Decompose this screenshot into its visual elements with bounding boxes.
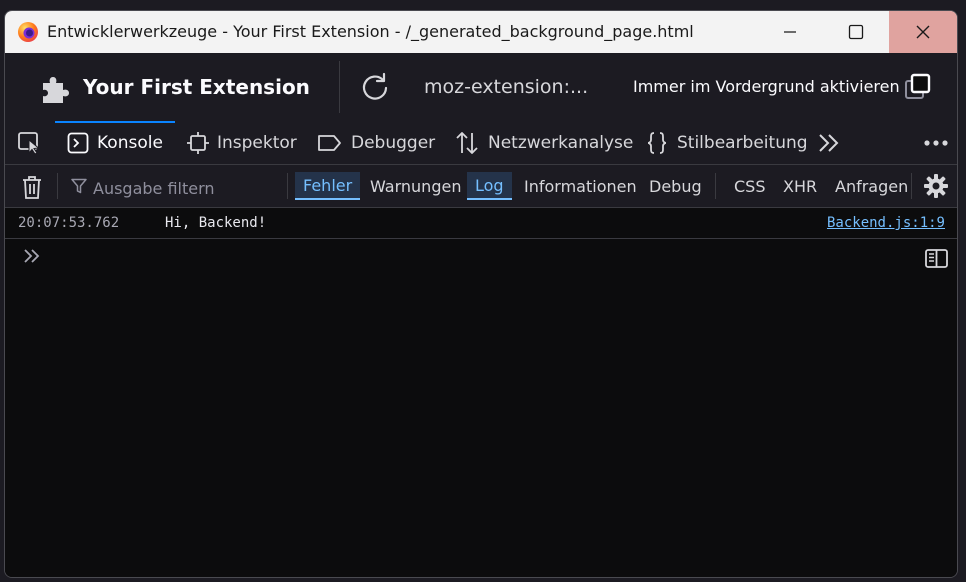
chevron-double-right-icon[interactable]	[817, 133, 841, 153]
title-bar[interactable]: Entwicklerwerkzeuge - Your First Extensi…	[5, 11, 957, 53]
tab-inspector[interactable]: Inspektor	[187, 121, 297, 164]
always-on-top-icon[interactable]	[903, 73, 933, 103]
tab-style-editor[interactable]: Stilbearbeitung	[645, 121, 808, 164]
filter-log-button[interactable]: Log	[467, 172, 512, 200]
element-picker-icon[interactable]	[17, 131, 43, 155]
extension-name: Your First Extension	[83, 75, 310, 99]
header-divider	[339, 61, 340, 113]
tab-label: Debugger	[351, 132, 436, 153]
console-output: 20:07:53.762 Hi, Backend! Backend.js:1:9	[5, 208, 957, 577]
window-title: Entwicklerwerkzeuge - Your First Extensi…	[47, 22, 694, 41]
filter-input[interactable]	[91, 174, 285, 202]
filter-divider	[911, 173, 912, 199]
gear-icon[interactable]	[923, 173, 949, 199]
console-icon	[67, 132, 89, 153]
console-filter-bar: Fehler Warnungen Log Informationen Debug…	[5, 165, 957, 208]
tab-debugger[interactable]: Debugger	[317, 121, 435, 164]
filter-divider	[287, 173, 288, 199]
network-icon	[456, 131, 478, 154]
inspector-icon	[187, 131, 209, 154]
filter-debug-button[interactable]: Debug	[641, 172, 710, 200]
minimize-button[interactable]	[757, 11, 823, 53]
filter-divider	[715, 173, 716, 199]
close-icon	[916, 25, 930, 39]
more-options-icon[interactable]	[923, 139, 949, 147]
firefox-logo	[18, 22, 38, 42]
tab-label: Inspektor	[217, 132, 297, 153]
tab-label: Stilbearbeitung	[677, 132, 808, 153]
filter-icon	[71, 178, 87, 194]
extension-header: Your First Extension moz-extension:... I…	[5, 53, 957, 122]
reload-icon[interactable]	[359, 71, 391, 103]
puzzle-piece-icon	[43, 77, 69, 103]
tab-label: Konsole	[97, 132, 163, 153]
split-console-icon[interactable]	[925, 249, 948, 268]
message-text: Hi, Backend!	[165, 215, 267, 231]
tab-label: Netzwerkanalyse	[488, 132, 634, 153]
maximize-button[interactable]	[823, 11, 889, 53]
trash-icon[interactable]	[20, 174, 44, 200]
extension-url: moz-extension:...	[424, 76, 589, 98]
style-editor-icon	[647, 131, 667, 154]
tab-console[interactable]: Konsole	[55, 121, 175, 164]
filter-css-button[interactable]: CSS	[726, 172, 773, 200]
filter-errors-button[interactable]: Fehler	[295, 172, 361, 200]
tab-network[interactable]: Netzwerkanalyse	[454, 121, 633, 164]
devtools-window: Entwicklerwerkzeuge - Your First Extensi…	[4, 10, 958, 578]
message-source-link[interactable]: Backend.js:1:9	[827, 215, 945, 231]
filter-requests-button[interactable]: Anfragen	[827, 172, 916, 200]
close-button[interactable]	[889, 11, 957, 53]
filter-divider	[57, 173, 58, 199]
message-timestamp: 20:07:53.762	[18, 215, 120, 231]
maximize-icon	[848, 24, 864, 40]
filter-info-button[interactable]: Informationen	[516, 172, 645, 200]
always-on-top-label[interactable]: Immer im Vordergrund aktivieren	[633, 77, 900, 96]
console-message: 20:07:53.762 Hi, Backend! Backend.js:1:9	[5, 208, 957, 239]
filter-xhr-button[interactable]: XHR	[775, 172, 825, 200]
console-prompt-icon	[24, 249, 40, 263]
filter-warnings-button[interactable]: Warnungen	[362, 172, 469, 200]
minimize-icon	[784, 31, 796, 33]
devtools-tabs: Konsole Inspektor Debugger Netzwerkanaly…	[5, 121, 957, 165]
debugger-icon	[318, 134, 341, 151]
